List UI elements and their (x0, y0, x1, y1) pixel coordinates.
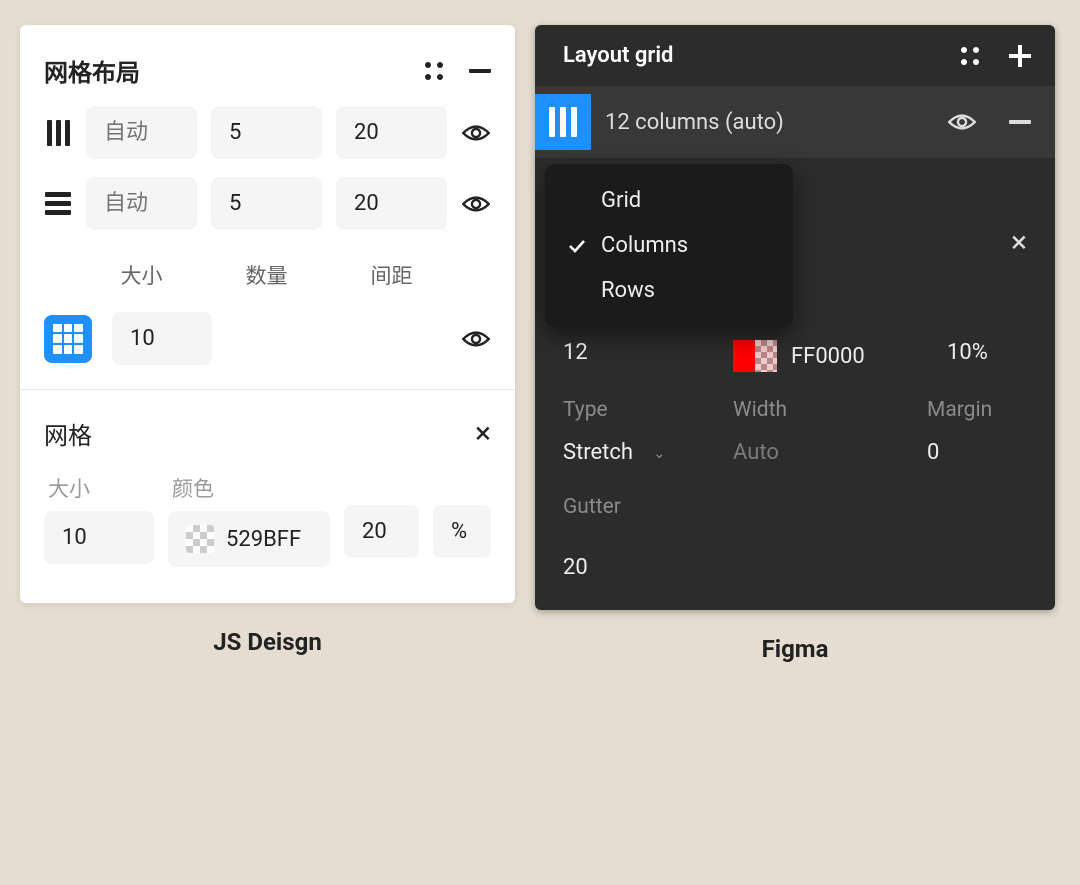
opacity-input[interactable]: 10% (947, 340, 1027, 365)
styles-icon[interactable] (423, 60, 445, 82)
count-input[interactable]: 12 (563, 340, 723, 365)
grid-type-button[interactable] (535, 94, 591, 150)
color-swatch[interactable] (733, 340, 777, 372)
columns-size-input[interactable] (86, 106, 197, 159)
label-width: Width (733, 398, 917, 422)
width-input[interactable]: Auto (733, 440, 917, 465)
column-labels: 大小 数量 间距 (20, 256, 515, 312)
columns-icon (549, 107, 577, 137)
grid-icon (53, 324, 83, 354)
menu-item-columns[interactable]: Columns (545, 223, 793, 268)
grid-row (20, 312, 515, 389)
grid-subheader: 网格 × (20, 390, 515, 473)
grid-layout-title: 网格布局 (44, 53, 140, 88)
gutter-input[interactable]: 20 (563, 555, 723, 580)
grid-title: 网格 (44, 416, 92, 451)
layout-grid-title: Layout grid (563, 43, 673, 68)
caption-right: Figma (762, 635, 829, 663)
opacity-unit: % (433, 505, 491, 558)
visibility-toggle[interactable] (461, 123, 491, 143)
remove-button[interactable] (1009, 120, 1031, 124)
figma-panel: Layout grid 12 columns (auto) Grid Colum… (535, 25, 1055, 610)
rows-row (44, 177, 491, 230)
rows-icon[interactable] (44, 192, 72, 215)
grid-size-input[interactable]: 10 (44, 511, 154, 564)
color-hex-input[interactable]: FF0000 (791, 344, 865, 369)
visibility-toggle[interactable] (461, 194, 491, 214)
columns-count-input[interactable] (211, 106, 322, 159)
remove-button[interactable] (469, 69, 491, 73)
grid-definition-row: 12 columns (auto) (535, 86, 1055, 158)
close-button[interactable]: × (475, 419, 491, 449)
label-count: 数量 (211, 260, 322, 290)
visibility-toggle[interactable] (461, 329, 491, 349)
grid-type-dropdown: Grid Columns Rows (545, 164, 793, 327)
menu-item-rows[interactable]: Rows (545, 268, 793, 313)
add-grid-button[interactable] (1009, 45, 1031, 67)
visibility-toggle[interactable] (947, 112, 977, 132)
styles-icon[interactable] (959, 45, 981, 67)
label-type: Type (563, 398, 723, 422)
menu-item-grid[interactable]: Grid (545, 178, 793, 223)
columns-row (44, 106, 491, 159)
label-margin: Margin (927, 398, 1027, 422)
label-size: 大小 (86, 260, 197, 290)
rows-gap-input[interactable] (336, 177, 447, 230)
layout-grid-header: Layout grid (535, 25, 1055, 86)
rows-count-input[interactable] (211, 177, 322, 230)
chevron-down-icon: ⌄ (653, 444, 666, 462)
label-gutter: Gutter (563, 495, 723, 519)
grid-color-input[interactable]: 529BFF (168, 511, 330, 567)
columns-icon[interactable] (44, 120, 72, 146)
margin-input[interactable]: 0 (927, 440, 1027, 465)
label-gap: 间距 (336, 260, 447, 290)
close-button[interactable]: × (1011, 228, 1027, 258)
color-swatch (186, 525, 214, 553)
grid-value-input[interactable] (112, 312, 212, 365)
rows-size-input[interactable] (86, 177, 197, 230)
label-color: 颜色 (168, 473, 330, 503)
columns-gap-input[interactable] (336, 106, 447, 159)
check-icon (567, 239, 587, 253)
grid-layout-header: 网格布局 (20, 25, 515, 106)
grid-summary[interactable]: 12 columns (auto) (605, 110, 933, 135)
opacity-input[interactable]: 20 (344, 505, 419, 558)
js-design-panel: 网格布局 大小 数量 间距 (20, 25, 515, 603)
caption-left: JS Deisgn (213, 628, 322, 656)
label-size: 大小 (44, 473, 154, 503)
type-select[interactable]: Stretch⌄ (563, 440, 723, 465)
grid-type-button[interactable] (44, 315, 92, 363)
